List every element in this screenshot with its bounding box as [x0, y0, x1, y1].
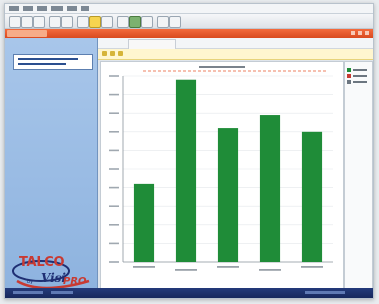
- legend-swatch: [347, 80, 351, 84]
- status-item: [305, 291, 345, 294]
- logo-name: TALCO: [19, 255, 65, 270]
- x-tick-label: [259, 269, 281, 271]
- toolbar: [5, 14, 373, 29]
- x-tick-label: [175, 269, 197, 271]
- legend-label: [353, 75, 367, 77]
- tab-report[interactable]: [128, 39, 176, 49]
- legend-item[interactable]: [347, 80, 369, 84]
- settings-icon[interactable]: [141, 16, 153, 28]
- legend-swatch: [347, 74, 351, 78]
- main-content: [98, 38, 373, 289]
- export-icon[interactable]: [157, 16, 169, 28]
- y-tick-label: [109, 168, 119, 170]
- y-tick-label: [109, 149, 119, 152]
- report-tree[interactable]: [13, 54, 93, 70]
- title-tab[interactable]: [7, 30, 47, 37]
- menu-view[interactable]: [37, 6, 47, 11]
- status-item: [13, 291, 43, 294]
- refresh-icon[interactable]: [129, 16, 141, 28]
- bar: [175, 79, 197, 262]
- tree-item[interactable]: [18, 63, 66, 65]
- print-icon[interactable]: [49, 16, 61, 28]
- y-tick-label: [109, 112, 119, 114]
- legend-item[interactable]: [347, 68, 369, 72]
- chart-title-placeholder: [199, 66, 245, 68]
- bar: [217, 128, 239, 262]
- y-tick-label: [109, 131, 119, 133]
- menu-tools[interactable]: [51, 6, 63, 11]
- menu-file[interactable]: [9, 6, 19, 11]
- y-tick-label: [109, 205, 119, 207]
- zoom-icon[interactable]: [169, 16, 181, 28]
- alert-icon[interactable]: [89, 16, 101, 28]
- chart-container: [100, 61, 344, 289]
- document-tabs: [98, 38, 373, 49]
- report-toolbar: [98, 49, 373, 60]
- menu-bar: [5, 4, 373, 14]
- maximize-icon[interactable]: [358, 31, 362, 35]
- app-window: TALCO by Visi PRO: [4, 3, 374, 299]
- legend-label: [353, 81, 367, 83]
- navigation-panel: TALCO by Visi PRO: [5, 38, 98, 290]
- close-icon[interactable]: [365, 31, 369, 35]
- tree-item[interactable]: [18, 58, 78, 60]
- filter-icon[interactable]: [101, 16, 113, 28]
- report-icon[interactable]: [102, 51, 107, 56]
- window-title-bar: [5, 29, 373, 38]
- x-tick-label: [133, 266, 155, 268]
- chart-icon[interactable]: [117, 16, 129, 28]
- chart-legend: [344, 61, 373, 289]
- x-tick-label: [301, 266, 323, 268]
- bar: [133, 183, 155, 262]
- save-icon[interactable]: [33, 16, 45, 28]
- legend-label: [353, 69, 367, 71]
- minimize-icon[interactable]: [351, 31, 355, 35]
- new-icon[interactable]: [9, 16, 21, 28]
- y-tick-label: [109, 224, 119, 226]
- open-icon[interactable]: [21, 16, 33, 28]
- status-bar: [5, 288, 373, 298]
- legend-swatch: [347, 68, 351, 72]
- back-icon[interactable]: [77, 16, 89, 28]
- y-tick-label: [109, 75, 119, 77]
- report-icon[interactable]: [110, 51, 115, 56]
- report-icon[interactable]: [118, 51, 123, 56]
- menu-help[interactable]: [81, 6, 89, 11]
- menu-window[interactable]: [67, 6, 77, 11]
- logo-edition: PRO: [63, 276, 87, 287]
- bar-chart: [109, 66, 333, 271]
- y-tick-label: [109, 93, 119, 96]
- y-tick-label: [109, 242, 119, 245]
- y-tick-label: [109, 186, 119, 189]
- menu-edit[interactable]: [23, 6, 33, 11]
- logo-byline: by: [27, 279, 34, 285]
- bar: [259, 115, 281, 262]
- x-tick-label: [217, 266, 239, 268]
- bar: [301, 131, 323, 262]
- status-item: [51, 291, 73, 294]
- y-tick-label: [109, 261, 119, 263]
- legend-item[interactable]: [347, 74, 369, 78]
- preview-icon[interactable]: [61, 16, 73, 28]
